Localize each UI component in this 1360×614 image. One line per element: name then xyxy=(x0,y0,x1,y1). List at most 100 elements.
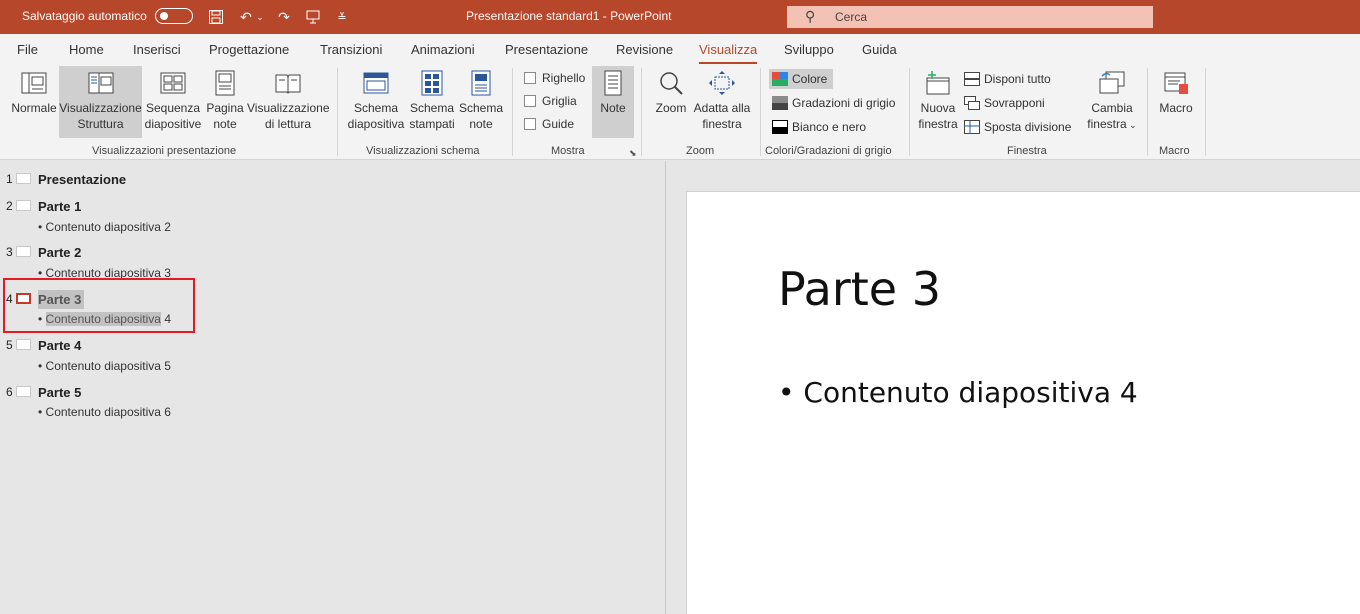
tab-animations[interactable]: Animazioni xyxy=(411,42,475,57)
save-icon[interactable] xyxy=(206,7,226,27)
undo-icon[interactable]: ↶ xyxy=(236,7,256,27)
fit-to-window-button[interactable]: Adatta alla finestra xyxy=(692,66,752,138)
slide-icon[interactable] xyxy=(16,246,31,257)
search-box[interactable]: ⚲ Cerca xyxy=(787,6,1153,28)
switch-window-icon xyxy=(1099,71,1125,94)
notes-master-icon xyxy=(471,70,491,96)
slide-bullet[interactable]: • Contenuto diapositiva 4 xyxy=(778,376,1138,409)
black-white-label: Bianco e nero xyxy=(792,120,867,134)
tab-developer[interactable]: Sviluppo xyxy=(784,42,834,57)
ruler-checkbox[interactable]: Righello xyxy=(524,68,585,88)
gridlines-checkbox[interactable]: Griglia xyxy=(524,91,577,111)
black-white-button[interactable]: Bianco e nero xyxy=(772,117,866,137)
outline-bullet[interactable]: • Contenuto diapositiva 2 xyxy=(38,220,171,234)
autosave-toggle[interactable] xyxy=(155,8,193,24)
normal-view-label: Normale xyxy=(11,101,57,115)
tab-home[interactable]: Home xyxy=(69,42,104,57)
present-from-start-icon[interactable] xyxy=(303,7,323,27)
handout-master-button[interactable]: Schema stampati xyxy=(407,66,457,138)
group-label-window: Finestra xyxy=(1007,145,1047,157)
tab-view[interactable]: Visualizza xyxy=(699,42,758,64)
zoom-button[interactable]: Zoom xyxy=(651,66,691,138)
group-label-master-views: Visualizzazioni schema xyxy=(366,145,480,157)
tab-transitions[interactable]: Transizioni xyxy=(320,42,382,57)
outline-bullet[interactable]: • Contenuto diapositiva 6 xyxy=(38,405,171,419)
group-label-zoom: Zoom xyxy=(686,145,715,157)
outline-bullet-text: Contenuto diapositiva 6 xyxy=(45,405,171,419)
tab-file[interactable]: File xyxy=(17,42,38,57)
grayscale-label: Gradazioni di grigio xyxy=(792,96,896,110)
fit-label-2: finestra xyxy=(702,117,742,131)
notes-icon xyxy=(604,70,622,96)
search-icon: ⚲ xyxy=(805,8,816,24)
ruler-label: Righello xyxy=(542,71,586,85)
slide-icon[interactable] xyxy=(16,200,31,211)
tab-design[interactable]: Progettazione xyxy=(209,42,289,57)
color-button[interactable]: Colore xyxy=(769,69,834,89)
macro-label: Macro xyxy=(1159,101,1193,115)
title-bar: Salvataggio automatico ↶ ⌄ ↷ ≚ Presentaz… xyxy=(0,0,1360,34)
slide-icon[interactable] xyxy=(16,339,31,350)
handout-master-icon xyxy=(421,70,443,96)
ribbon-separator xyxy=(337,68,338,156)
move-split-label: Sposta divisione xyxy=(984,120,1072,134)
checkbox-icon xyxy=(524,72,536,84)
notes-master-button[interactable]: Schema note xyxy=(458,66,504,138)
tab-slideshow[interactable]: Presentazione xyxy=(505,42,588,57)
notes-page-label-2: note xyxy=(213,117,237,131)
outline-slide-title[interactable]: Presentazione xyxy=(38,172,126,187)
guides-checkbox[interactable]: Guide xyxy=(524,114,574,134)
redo-icon[interactable]: ↷ xyxy=(274,7,294,27)
handout-master-label-1: Schema xyxy=(409,101,455,115)
slide-icon[interactable] xyxy=(16,173,31,184)
tab-review[interactable]: Revisione xyxy=(616,42,673,57)
cascade-button[interactable]: Sovrapponi xyxy=(964,93,1045,113)
outline-bullet[interactable]: • Contenuto diapositiva 5 xyxy=(38,359,171,373)
arrange-all-button[interactable]: Disponi tutto xyxy=(964,69,1051,89)
new-window-button[interactable]: Nuova finestra xyxy=(916,66,960,138)
slide-master-label-1: Schema xyxy=(353,101,399,115)
outline-bullet-text: Contenuto diapositiva 5 xyxy=(45,359,171,373)
switch-window-button[interactable]: Cambia finestra ⌄ xyxy=(1084,66,1140,138)
guides-label: Guide xyxy=(542,117,575,131)
outline-slide-title[interactable]: Parte 5 xyxy=(38,385,81,400)
color-label: Colore xyxy=(792,72,828,86)
grayscale-button[interactable]: Gradazioni di grigio xyxy=(772,93,895,113)
ribbon-separator xyxy=(512,68,513,156)
group-label-macros: Macro xyxy=(1159,145,1190,157)
notes-toggle-button[interactable]: Note xyxy=(592,66,634,138)
slide-title-text[interactable]: Parte 3 xyxy=(778,262,941,316)
ribbon-separator xyxy=(1147,68,1148,156)
slide-sorter-button[interactable]: Sequenza diapositive xyxy=(143,66,203,138)
tab-help[interactable]: Guida xyxy=(862,42,897,57)
notes-page-icon xyxy=(215,70,235,96)
slide-sorter-icon xyxy=(160,72,186,94)
slide-number: 3 xyxy=(6,245,13,259)
outline-view-button[interactable]: Visualizzazione Struttura xyxy=(59,66,142,138)
undo-dropdown-icon[interactable]: ⌄ xyxy=(255,7,265,27)
ribbon-tabs: File Home Inserisci Progettazione Transi… xyxy=(0,34,1360,64)
outline-slide-title[interactable]: Parte 2 xyxy=(38,245,81,260)
outline-slide-title[interactable]: Parte 1 xyxy=(38,199,81,214)
switch-window-label-1: Cambia xyxy=(1091,101,1133,115)
selection-highlight-box xyxy=(3,278,195,333)
reading-view-label-1: Visualizzazione xyxy=(247,101,330,115)
grayscale-icon xyxy=(772,96,788,110)
slide-master-button[interactable]: Schema diapositiva xyxy=(345,66,407,138)
slide-number: 5 xyxy=(6,338,13,352)
reading-view-button[interactable]: Visualizzazione di lettura xyxy=(247,66,330,138)
black-white-icon xyxy=(772,120,788,134)
new-window-label-2: finestra xyxy=(918,117,958,131)
customize-qat-icon[interactable]: ≚ xyxy=(332,7,352,27)
slide-bullet-text: Contenuto diapositiva 4 xyxy=(803,376,1138,409)
normal-view-button[interactable]: Normale xyxy=(8,66,60,138)
tab-insert[interactable]: Inserisci xyxy=(133,42,181,57)
macros-button[interactable]: Macro xyxy=(1155,66,1197,138)
ribbon-separator xyxy=(909,68,910,156)
slide-icon[interactable] xyxy=(16,386,31,397)
new-window-label-1: Nuova xyxy=(920,101,956,115)
move-split-button[interactable]: Sposta divisione xyxy=(964,117,1071,137)
outline-slide-title[interactable]: Parte 4 xyxy=(38,338,81,353)
dialog-launcher-icon[interactable]: ⬊ xyxy=(629,148,637,159)
notes-page-button[interactable]: Pagina note xyxy=(204,66,246,138)
